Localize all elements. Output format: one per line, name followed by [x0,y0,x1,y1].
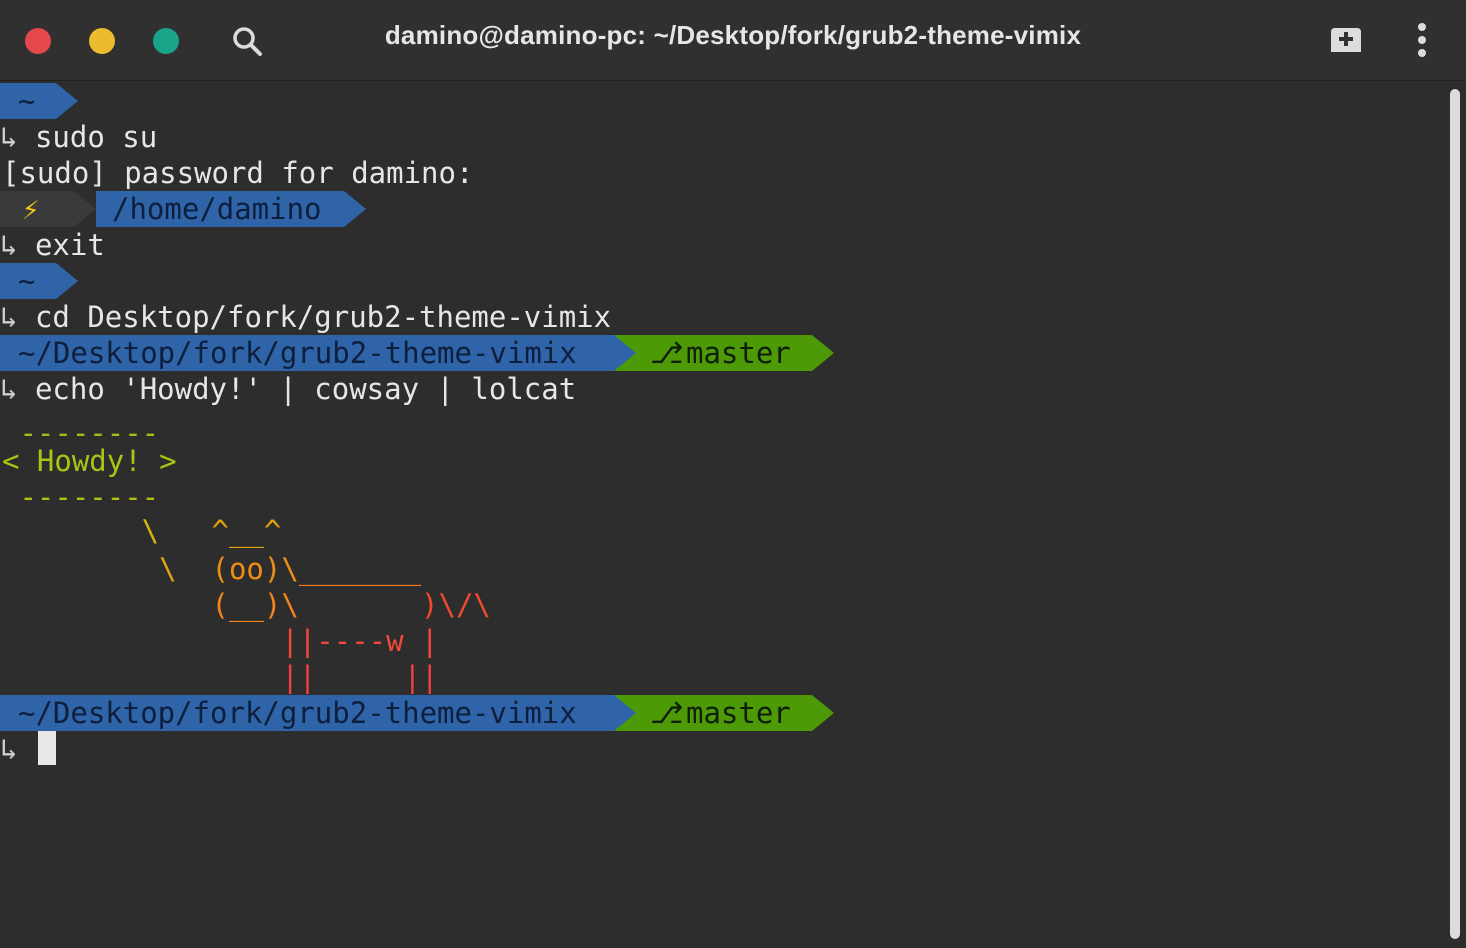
prompt-segment-path: ~/Desktop/fork/grub2-theme-vimix [0,335,614,371]
prompt-separator [812,335,834,371]
window-title: damino@damino-pc: ~/Desktop/fork/grub2-t… [384,20,1082,50]
cowsay-bubble-bottom: -------- [2,480,160,514]
command-line: ↳ [0,731,17,767]
prompt-segment-git-branch: ⎇ master [614,695,812,731]
menu-button[interactable] [1406,20,1438,60]
git-branch-icon: ⎇ [650,336,684,370]
text-cursor [38,731,56,765]
cowsay-cow-line: \ ^__^ [2,514,282,548]
command-line: ↳ cd Desktop/fork/grub2-theme-vimix [0,300,612,334]
prompt-segment-home: ~ [0,263,56,299]
prompt-separator [344,191,366,227]
prompt-separator [56,83,78,119]
kebab-menu-icon [1418,23,1426,57]
git-branch-icon: ⎇ [650,696,684,730]
prompt-separator [74,191,96,227]
prompt-arrow-icon: ↳ [0,300,18,334]
scrollbar-thumb[interactable] [1450,89,1460,939]
prompt-arrow-icon: ↳ [0,228,18,262]
new-tab-button[interactable] [1326,22,1366,58]
command-line: ↳ echo 'Howdy!' | cowsay | lolcat [0,372,577,406]
cowsay-bubble-text: < Howdy! > [2,444,177,478]
prompt-separator [812,695,834,731]
command-line: ↳ exit [0,228,105,262]
prompt-separator [614,335,636,371]
command-line: ↳ sudo su [0,120,158,154]
cowsay-cow-line: (__)\ )\/\ [211,588,491,622]
cowsay-cow-line: ||----w | [2,624,439,658]
lightning-icon: ⚡ [22,192,40,226]
scrollbar[interactable] [1448,81,1466,948]
prompt-segment-home: ~ [0,83,56,119]
prompt-segment-path: /home/damino [96,191,344,227]
prompt-segment-path: ~/Desktop/fork/grub2-theme-vimix [0,695,614,731]
title-bar: damino@damino-pc: ~/Desktop/fork/grub2-t… [0,0,1466,81]
prompt-arrow-icon: ↳ [0,120,18,154]
terminal-window: damino@damino-pc: ~/Desktop/fork/grub2-t… [0,0,1466,948]
cowsay-cow-line: \ (oo)\_______ [2,552,422,586]
prompt-arrow-icon: ↳ [0,732,18,766]
prompt-segment-root: ⚡ [0,191,74,227]
cowsay-cow-line: || || [2,660,439,694]
prompt-separator [56,263,78,299]
sudo-password-prompt: [sudo] password for damino: [2,156,474,190]
prompt-separator [614,695,636,731]
prompt-segment-git-branch: ⎇ master [614,335,812,371]
prompt-arrow-icon: ↳ [0,372,18,406]
new-tab-icon [1331,28,1361,52]
terminal-output[interactable]: ~ ↳ sudo su [sudo] password for damino: … [0,81,1448,948]
